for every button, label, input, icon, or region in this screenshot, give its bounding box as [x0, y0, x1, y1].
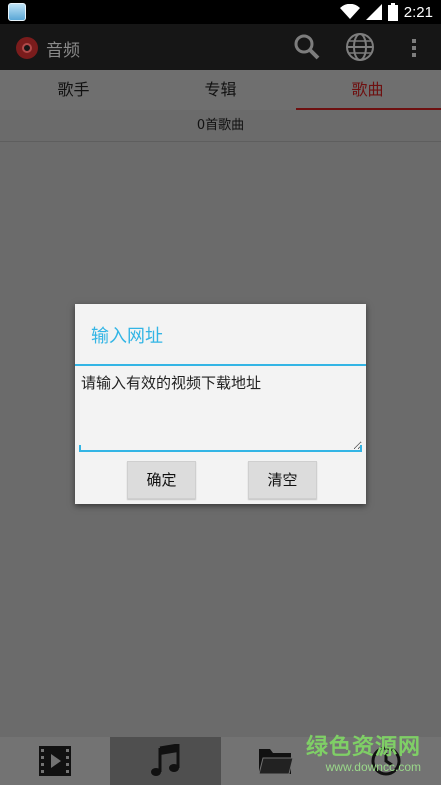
song-count: 0首歌曲 — [0, 110, 441, 142]
watermark: 绿色资源网 www.downcc.com — [305, 735, 421, 774]
clock: 2:21 — [403, 3, 433, 21]
tab-bar: 歌手 专辑 歌曲 — [0, 70, 441, 110]
nav-video[interactable] — [0, 737, 110, 785]
notification-app-icon — [8, 3, 26, 21]
nav-music[interactable] — [110, 737, 221, 785]
action-bar: 音频 — [0, 24, 441, 70]
dialog-title-divider — [75, 364, 366, 366]
tab-artists[interactable]: 歌手 — [0, 70, 147, 110]
wifi-icon — [339, 4, 360, 19]
url-input-dialog: 输入网址 确定 清空 — [75, 304, 366, 504]
clear-button[interactable]: 清空 — [248, 461, 317, 499]
confirm-button[interactable]: 确定 — [127, 461, 196, 499]
input-edge-left — [79, 445, 81, 452]
watermark-url: www.downcc.com — [325, 760, 421, 774]
video-icon — [39, 746, 72, 776]
tab-albums[interactable]: 专辑 — [147, 70, 294, 110]
battery-icon — [387, 3, 398, 21]
more-button[interactable] — [400, 32, 428, 62]
bottom-nav: 绿色资源网 www.downcc.com — [0, 737, 441, 785]
dialog-title: 输入网址 — [91, 326, 163, 347]
search-button[interactable] — [292, 32, 322, 62]
globe-icon — [346, 33, 374, 61]
status-icons: 2:21 — [339, 2, 433, 22]
globe-button[interactable] — [345, 32, 375, 62]
page-title: 音频 — [46, 41, 80, 61]
folder-icon — [257, 749, 294, 775]
signal-icon — [365, 4, 382, 20]
status-bar: 2:21 — [0, 0, 441, 24]
music-icon — [151, 744, 180, 776]
tab-songs[interactable]: 歌曲 — [294, 70, 441, 110]
url-input[interactable] — [79, 370, 362, 452]
more-icon — [412, 39, 416, 57]
input-edge-right — [360, 445, 362, 452]
app-logo-icon — [16, 37, 38, 59]
search-icon — [294, 34, 320, 60]
watermark-title: 绿色资源网 — [305, 735, 421, 760]
